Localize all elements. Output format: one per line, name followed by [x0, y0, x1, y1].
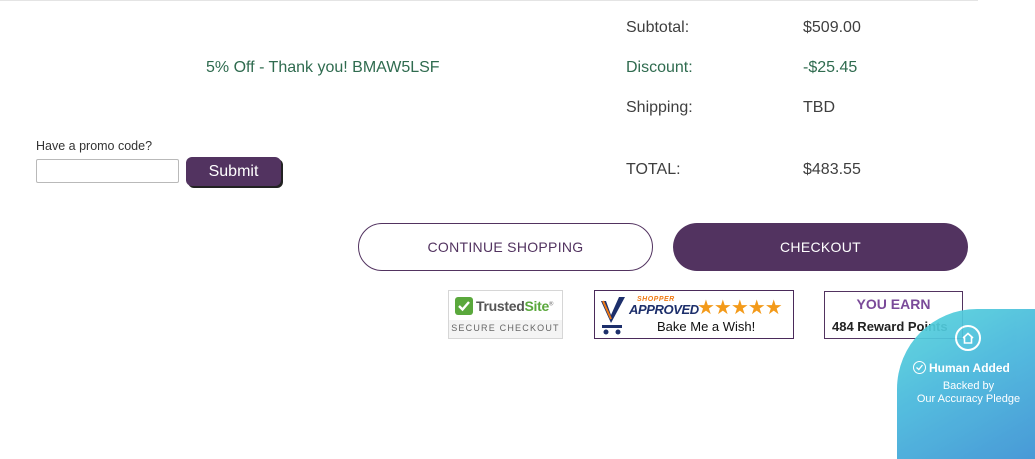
shopper-approved-logo-icon: [601, 297, 625, 335]
reward-title: YOU EARN: [856, 296, 931, 312]
subtotal-label: Subtotal:: [626, 19, 690, 36]
trusted-site-name: TrustedSite®: [476, 298, 553, 314]
shipping-value: TBD: [803, 99, 835, 116]
subtotal-value: $509.00: [803, 19, 861, 36]
trusted-site-header: TrustedSite®: [449, 291, 562, 320]
trademark-mark: ®: [548, 301, 554, 308]
human-added-line1: Backed by: [942, 380, 995, 392]
promo-submit-button[interactable]: Submit: [186, 157, 281, 186]
total-value: $483.55: [803, 161, 861, 178]
promo-code-input[interactable]: [36, 159, 179, 183]
shipping-label: Shipping:: [626, 99, 693, 116]
shopper-approved-store-name: Bake Me a Wish!: [657, 319, 756, 334]
human-added-line2: Our Accuracy Pledge: [916, 393, 1021, 405]
promo-code-label: Have a promo code?: [36, 139, 153, 153]
checkmark-icon: [455, 297, 473, 315]
home-icon: [955, 325, 981, 351]
trusted-site-name-part2: Site: [524, 298, 549, 314]
trusted-site-subtitle: SECURE CHECKOUT: [451, 323, 560, 333]
continue-shopping-button[interactable]: CONTINUE SHOPPING: [358, 223, 653, 271]
discount-value: -$25.45: [803, 59, 858, 76]
trusted-site-name-part1: Trusted: [476, 298, 525, 314]
check-circle-icon: [913, 361, 926, 374]
trusted-site-badge[interactable]: TrustedSite® SECURE CHECKOUT: [448, 290, 563, 339]
applied-promo-message: 5% Off - Thank you! BMAW5LSF: [206, 59, 440, 76]
shopper-approved-badge[interactable]: SHOPPER APPROVED ★★★★★ Bake Me a Wish!: [594, 290, 794, 339]
total-label: TOTAL:: [626, 161, 681, 178]
discount-label: Discount:: [626, 59, 693, 76]
checkout-button[interactable]: CHECKOUT: [673, 223, 968, 271]
human-added-title-text: Human Added: [929, 361, 1010, 375]
shopper-approved-brand: APPROVED: [629, 302, 699, 317]
human-added-title: Human Added: [913, 361, 1010, 375]
rating-stars: ★★★★★: [697, 297, 783, 319]
top-divider: [0, 0, 978, 1]
